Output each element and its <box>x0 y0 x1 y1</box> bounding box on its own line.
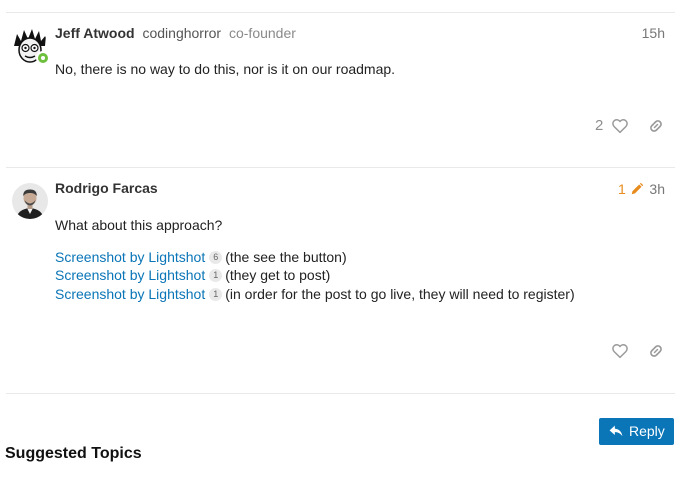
link-icon[interactable] <box>647 117 665 135</box>
lightshot-link[interactable]: Screenshot by Lightshot <box>55 286 205 302</box>
edit-history-indicator[interactable]: 1 <box>618 181 644 198</box>
suggested-topics-heading: Suggested Topics <box>5 445 142 462</box>
click-count-badge: 1 <box>209 269 223 282</box>
heart-icon[interactable] <box>611 342 629 360</box>
like-count[interactable]: 2 <box>595 117 603 135</box>
reply-button[interactable]: Reply <box>599 418 674 445</box>
post-time[interactable]: 3h <box>649 181 665 198</box>
post-divider <box>6 167 675 168</box>
author-name[interactable]: Rodrigo Farcas <box>55 180 158 196</box>
user-status-badge <box>36 51 50 65</box>
lightshot-link[interactable]: Screenshot by Lightshot <box>55 267 205 283</box>
post-body: No, there is no way to do this, nor is i… <box>55 61 396 77</box>
link-caption: (in order for the post to go live, they … <box>225 286 575 302</box>
pencil-icon <box>631 182 643 195</box>
link-caption: (the see the button) <box>225 249 347 265</box>
avatar-rodrigo-farcas[interactable] <box>12 183 48 219</box>
author-name[interactable]: Jeff Atwood <box>55 25 135 41</box>
reply-icon <box>609 425 623 437</box>
link-caption: (they get to post) <box>225 267 331 283</box>
click-count-badge: 6 <box>209 251 223 264</box>
post-divider <box>6 393 675 394</box>
post-divider-top <box>6 12 675 13</box>
heart-icon[interactable] <box>611 117 629 135</box>
post-time[interactable]: 15h <box>642 25 665 42</box>
click-count-badge: 1 <box>209 288 223 301</box>
post-meta: Rodrigo Farcas <box>55 180 158 197</box>
author-title: co-founder <box>228 25 296 41</box>
post-body: What about this approach? <box>55 217 223 233</box>
link-icon[interactable] <box>647 342 665 360</box>
list-item: Screenshot by Lightshot 1 (in order for th… <box>55 285 575 303</box>
lightshot-link[interactable]: Screenshot by Lightshot <box>55 249 205 265</box>
author-username[interactable]: codinghorror <box>142 25 221 41</box>
reply-label: Reply <box>629 423 665 439</box>
list-item: Screenshot by Lightshot 6 (the see the but… <box>55 248 347 266</box>
edit-count: 1 <box>618 181 626 197</box>
list-item: Screenshot by Lightshot 1 (they get to pos… <box>55 266 330 284</box>
post-meta: Jeff Atwood codinghorror co-founder <box>55 25 296 42</box>
